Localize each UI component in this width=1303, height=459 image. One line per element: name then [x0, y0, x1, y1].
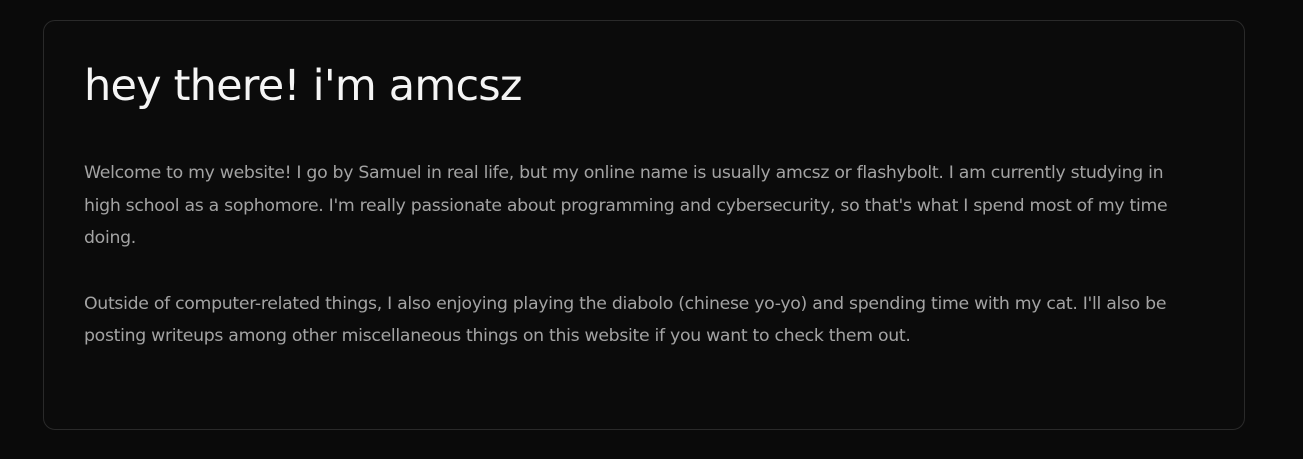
intro-card: hey there! i'm amcsz Welcome to my websi…: [43, 20, 1245, 430]
intro-paragraph: Welcome to my website! I go by Samuel in…: [84, 163, 1168, 248]
page: hey there! i'm amcsz Welcome to my websi…: [0, 0, 1303, 459]
hobbies-paragraph: Outside of computer-related things, I al…: [84, 293, 1167, 347]
page-title: hey there! i'm amcsz: [84, 61, 522, 111]
